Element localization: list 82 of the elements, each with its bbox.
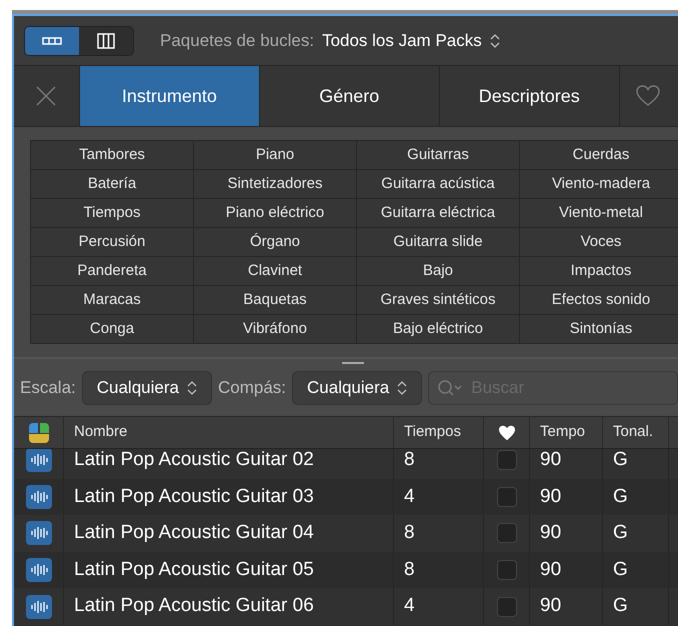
keyword-button[interactable]: Guitarra acústica — [357, 170, 519, 198]
favorite-checkbox[interactable] — [496, 486, 516, 507]
table-cell-text: 90 — [540, 484, 562, 509]
table-cell-text: 8 — [404, 449, 415, 472]
table-cell-text: 4 — [404, 594, 415, 618]
table-cell-text: 90 — [540, 449, 562, 472]
keyword-button[interactable]: Maracas — [31, 286, 193, 314]
audio-loop-icon — [26, 484, 52, 509]
audio-loop-icon — [26, 449, 52, 472]
meter-label: Compás: — [218, 376, 286, 399]
loop-pack-selector[interactable]: Todos los Jam Packs — [322, 28, 500, 54]
keyword-button[interactable]: Efectos sonido — [520, 286, 678, 314]
table-cell-text: 8 — [404, 558, 415, 582]
close-icon — [35, 85, 58, 107]
resize-handle[interactable] — [342, 362, 364, 364]
keyword-button[interactable]: Baquetas — [194, 286, 356, 314]
meter-dropdown[interactable]: Cualquiera — [292, 370, 422, 404]
keyword-button[interactable]: Voces — [520, 228, 678, 256]
table-cell-text: Latin Pop Acoustic Guitar 03 — [74, 484, 314, 509]
column-header[interactable]: Tiempos — [404, 421, 461, 444]
column-view-icon — [97, 32, 115, 48]
favorite-checkbox[interactable] — [496, 596, 516, 617]
favorite-checkbox[interactable] — [496, 450, 516, 470]
table-cell-text: Latin Pop Acoustic Guitar 04 — [74, 521, 314, 546]
keyword-button[interactable]: Pandereta — [31, 257, 193, 285]
loop-pack-label: Paquetes de bucles: — [160, 30, 314, 52]
filter-tab[interactable]: Instrumento — [78, 66, 259, 126]
heart-icon — [498, 424, 516, 440]
keyword-button[interactable]: Viento-metal — [520, 199, 678, 227]
keyword-button[interactable]: Graves sintéticos — [357, 286, 519, 314]
keyword-button[interactable]: Tiempos — [31, 199, 193, 227]
keyword-button[interactable]: Clavinet — [194, 257, 356, 285]
column-header[interactable]: Tonal. — [613, 421, 654, 444]
view-toggle-button[interactable] — [25, 26, 79, 54]
table-cell-text: 4 — [404, 484, 415, 509]
keyword-button[interactable]: Piano — [194, 141, 356, 169]
table-cell-text: G — [613, 484, 628, 509]
list-view-icon — [42, 36, 62, 46]
heart-icon — [636, 85, 660, 107]
stepper-icon — [490, 32, 500, 48]
column-header[interactable]: Tempo — [540, 421, 586, 444]
table-cell-text: Latin Pop Acoustic Guitar 05 — [74, 558, 314, 582]
keyword-button[interactable]: Sintonías — [520, 315, 678, 343]
keyword-button[interactable]: Tambores — [31, 141, 193, 169]
search-icon — [437, 378, 464, 396]
view-toggle-button[interactable] — [79, 26, 133, 54]
keyword-button[interactable]: Cuerdas — [520, 141, 678, 169]
keyword-button[interactable]: Piano eléctrico — [194, 199, 356, 227]
table-cell-text: Latin Pop Acoustic Guitar 02 — [74, 449, 314, 472]
table-cell-text: Latin Pop Acoustic Guitar 06 — [74, 594, 314, 618]
table-cell-text: 90 — [540, 558, 562, 582]
stepper-icon — [186, 380, 197, 396]
loop-type-icon — [28, 422, 50, 444]
table-cell-text: 90 — [540, 594, 562, 618]
keyword-button[interactable]: Guitarras — [357, 141, 519, 169]
keyword-button[interactable]: Viento-madera — [520, 170, 678, 198]
audio-loop-icon — [26, 558, 52, 582]
table-cell-text: G — [613, 594, 628, 618]
keyword-button[interactable]: Guitarra slide — [357, 228, 519, 256]
scale-dropdown[interactable]: Cualquiera — [82, 370, 212, 404]
table-cell-text: G — [613, 558, 628, 582]
keyword-button[interactable]: Impactos — [520, 257, 678, 285]
column-header[interactable]: Nombre — [74, 421, 128, 444]
keyword-button[interactable]: Órgano — [194, 228, 356, 256]
audio-loop-icon — [26, 521, 52, 546]
table-cell-text: G — [613, 449, 628, 472]
favorite-checkbox[interactable] — [496, 523, 516, 544]
keyword-button[interactable]: Percusión — [31, 228, 193, 256]
table-cell-text: 8 — [404, 521, 415, 546]
keyword-button[interactable]: Conga — [31, 315, 193, 343]
favorite-checkbox[interactable] — [496, 560, 516, 580]
keyword-button[interactable]: Vibráfono — [194, 315, 356, 343]
keyword-button[interactable]: Bajo — [357, 257, 519, 285]
table-cell-text: G — [613, 521, 628, 546]
table-cell-text: 90 — [540, 521, 562, 546]
keyword-button[interactable]: Guitarra eléctrica — [357, 199, 519, 227]
scale-label: Escala: — [20, 376, 76, 399]
keyword-button[interactable]: Batería — [31, 170, 193, 198]
keyword-button[interactable]: Bajo eléctrico — [357, 315, 519, 343]
stepper-icon — [397, 380, 408, 396]
keyword-button[interactable]: Sintetizadores — [194, 170, 356, 198]
audio-loop-icon — [26, 594, 52, 619]
